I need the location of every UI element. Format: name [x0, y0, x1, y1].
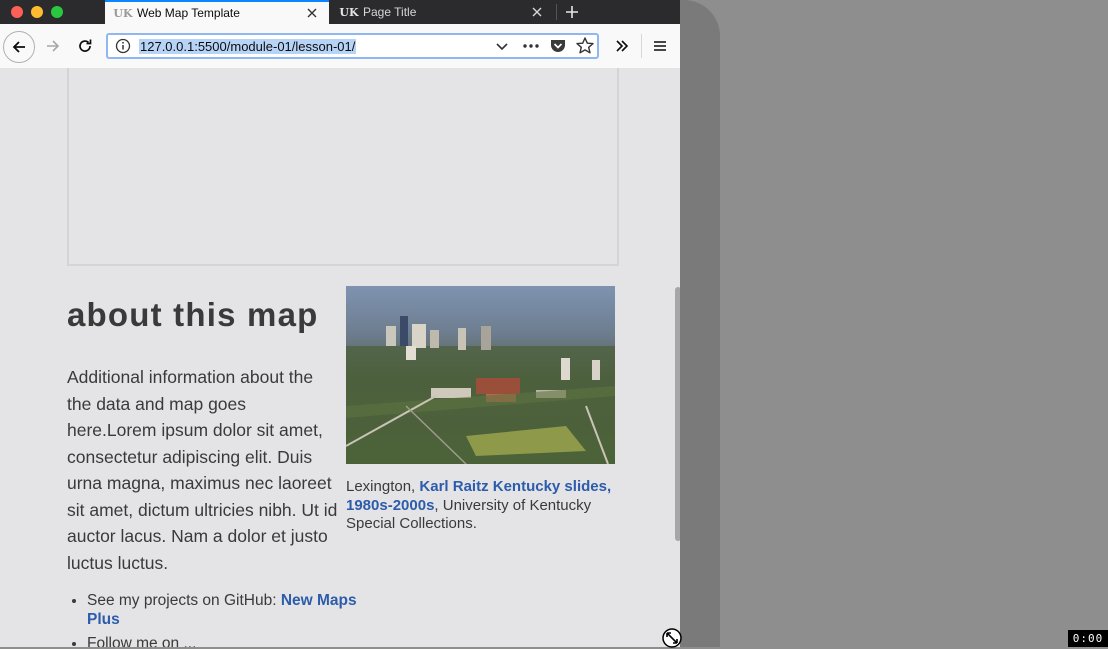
tab-title: Web Map Template [137, 6, 240, 20]
reload-icon [79, 39, 92, 52]
resize-cursor-icon [662, 628, 682, 648]
toolbar-separator [641, 34, 642, 58]
pocket-icon[interactable] [549, 37, 567, 55]
list-item-text: See my projects on GitHub: [87, 592, 281, 609]
tab-separator [556, 4, 557, 20]
reload-button[interactable] [72, 33, 98, 59]
tab-page-title[interactable]: UK Page Title [331, 0, 554, 24]
list-item: Follow me on ... [87, 635, 359, 647]
forward-button[interactable] [40, 33, 66, 59]
desktop-background [680, 0, 720, 647]
back-button[interactable] [3, 31, 35, 63]
list-item-text: Follow me on ... [87, 635, 197, 647]
info-icon[interactable] [115, 38, 131, 54]
address-bar[interactable]: 127.0.0.1:5500/module-01/lesson-01/ [106, 33, 599, 59]
tab-web-map-template[interactable]: UK Web Map Template [105, 0, 329, 24]
forward-arrow-icon [47, 40, 60, 52]
browser-window: UK Web Map Template UK Page Title 127.0.… [0, 0, 680, 647]
recording-timer: 0:00 [1068, 630, 1108, 647]
photo-caption: Lexington, Karl Raitz Kentucky slides, 1… [346, 478, 616, 534]
hamburger-icon [654, 41, 666, 51]
back-arrow-icon [12, 41, 25, 53]
double-chevron-right-icon [616, 40, 629, 52]
list-item: See my projects on GitHub: New Maps Plus [87, 592, 359, 629]
chevron-down-icon[interactable] [493, 37, 511, 55]
map-description: Additional information about the the dat… [67, 367, 338, 573]
bookmark-star-icon[interactable] [575, 36, 595, 56]
links-list: See my projects on GitHub: New Maps Plus… [67, 592, 359, 647]
close-tab-icon[interactable] [303, 4, 321, 22]
close-tab-icon[interactable] [528, 3, 546, 21]
tab-strip: UK Web Map Template UK Page Title [0, 0, 680, 24]
navigation-toolbar: 127.0.0.1:5500/module-01/lesson-01/ [0, 24, 680, 69]
uk-logo-icon: UK [113, 6, 133, 20]
close-window-button[interactable] [11, 6, 23, 18]
uk-logo-icon: UK [339, 5, 359, 19]
url-text[interactable]: 127.0.0.1:5500/module-01/lesson-01/ [139, 39, 357, 54]
plus-icon [566, 6, 578, 18]
minimize-window-button[interactable] [31, 6, 43, 18]
new-tab-button[interactable] [560, 0, 584, 24]
page-actions-icon[interactable] [521, 37, 541, 55]
zoom-window-button[interactable] [51, 6, 63, 18]
overflow-menu-button[interactable] [611, 35, 633, 57]
map-container[interactable] [67, 68, 619, 266]
vertical-scrollbar[interactable] [675, 287, 680, 541]
tab-title: Page Title [363, 5, 417, 19]
hamburger-menu-button[interactable] [649, 35, 671, 57]
caption-prefix: Lexington, [346, 478, 420, 495]
page-heading: about this map [67, 296, 319, 333]
lexington-aerial-photo [346, 286, 615, 464]
page-content: about this map Additional information ab… [0, 68, 680, 647]
